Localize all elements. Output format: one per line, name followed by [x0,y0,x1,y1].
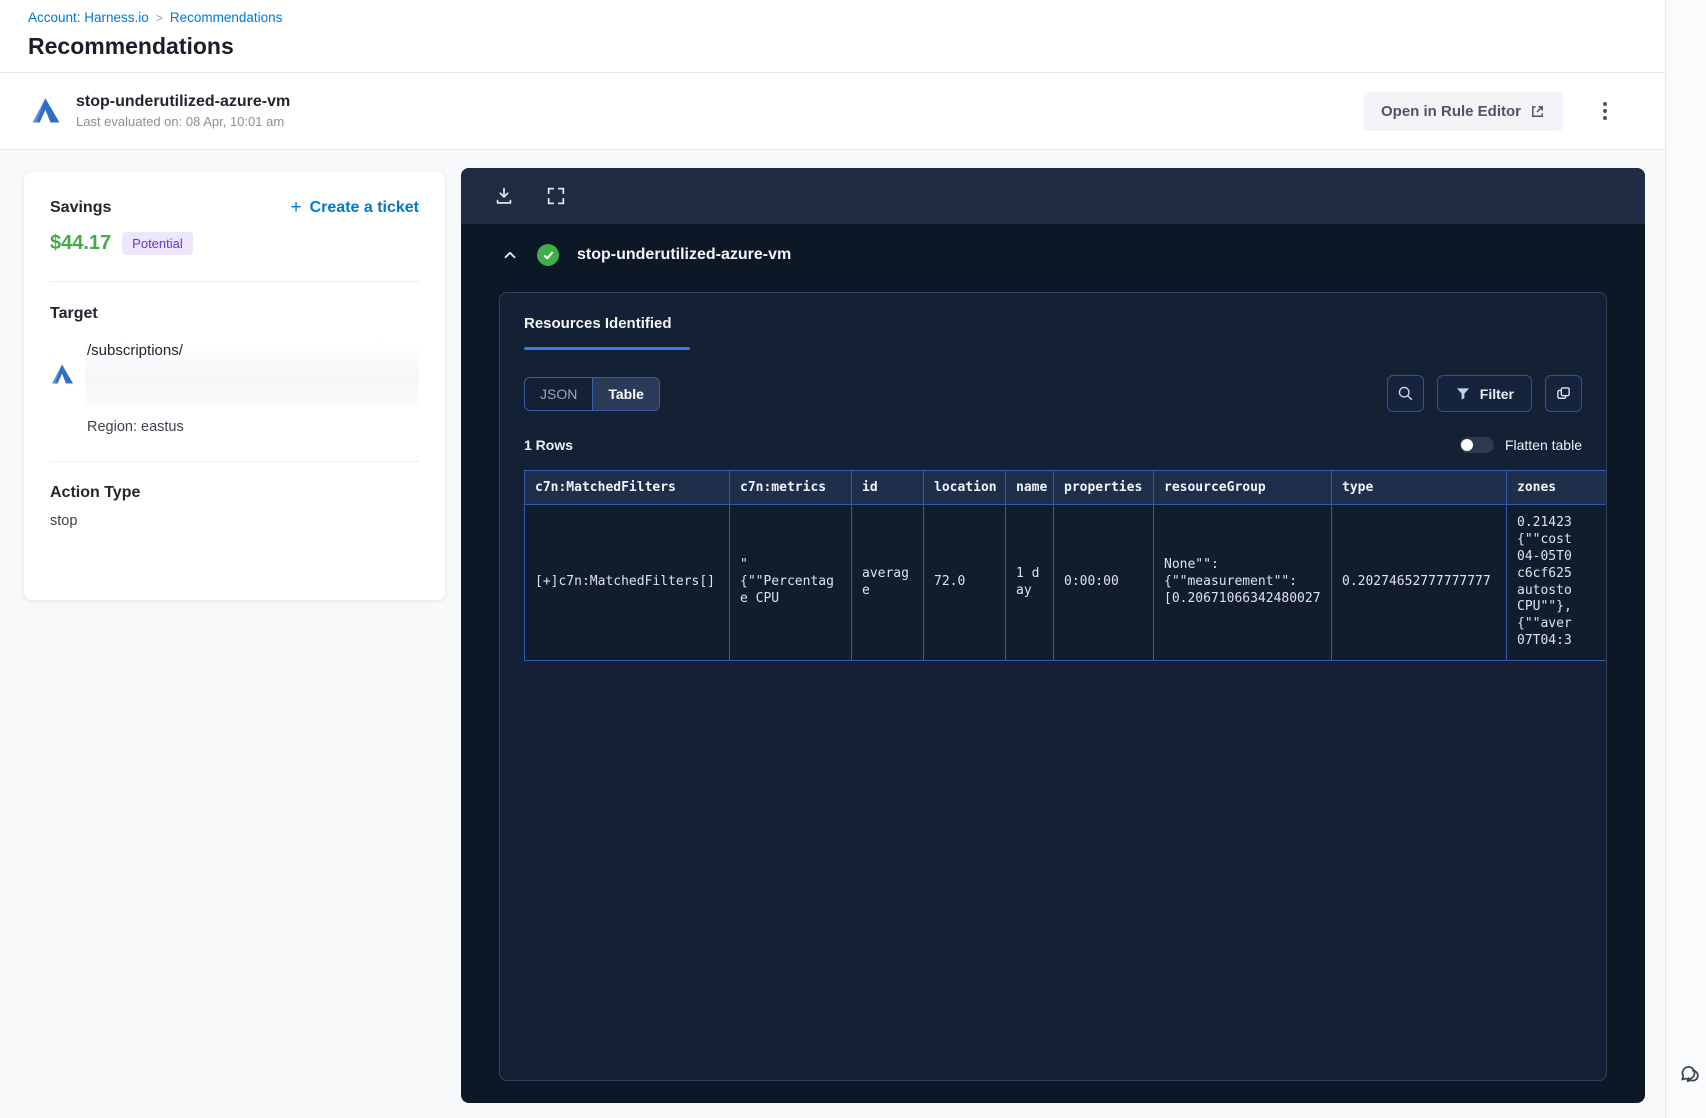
column-header-properties: properties [1053,470,1154,505]
cell-id: average [851,503,924,662]
breadcrumb-account-link[interactable]: Account: Harness.io [28,10,149,25]
open-in-rule-editor-button[interactable]: Open in Rule Editor [1362,91,1563,131]
more-options-menu-button[interactable] [1597,96,1613,126]
open-in-rule-editor-label: Open in Rule Editor [1380,102,1521,120]
column-header-resourcegroup: resourceGroup [1153,470,1332,505]
copy-icon [1557,387,1570,399]
action-type-value: stop [50,513,78,529]
breadcrumb: Account: Harness.io > Recommendations [28,10,282,25]
column-header-c7n-metrics: c7n:metrics [729,470,852,505]
divider [50,281,419,282]
resources-identified-panel: Resources Identified JSON Table Filter 1… [499,292,1607,1081]
collapse-chevron-icon[interactable] [501,246,519,264]
last-evaluated-text: Last evaluated on: 08 Apr, 10:01 am [76,114,285,129]
action-type-label: Action Type [50,484,141,501]
target-path-redacted-area: /subscriptions/ [85,341,419,407]
recommendation-name: stop-underutilized-azure-vm [76,93,291,110]
create-ticket-label: Create a ticket [309,198,419,216]
view-mode-table[interactable]: Table [593,377,659,410]
cell-matchedfilters-expand-link[interactable]: [+]c7n:MatchedFilters[] [524,503,730,662]
cell-properties: 0:00:00 [1053,503,1154,662]
filter-button[interactable]: Filter [1436,375,1532,412]
chat-bubbles-icon [1681,1066,1699,1083]
scroll-gutter [1665,0,1706,1118]
filter-funnel-icon [1456,387,1469,400]
savings-amount: $44.17 [50,232,112,254]
success-check-icon [537,244,559,266]
table-row: [+]c7n:MatchedFilters[] " {""Percentage … [524,503,1606,662]
cell-zones: 0.21423 {""cost 04-05T0 c6cf625 autosto … [1506,503,1606,662]
view-mode-json[interactable]: JSON [525,377,594,410]
breadcrumb-separator: > [155,10,163,25]
tab-label: Resources Identified [524,315,672,332]
filter-label: Filter [1479,385,1514,402]
plus-icon: + [290,197,302,218]
toggle-knob [1460,439,1473,451]
column-header-name: name [1005,470,1054,505]
column-header-type: type [1331,470,1507,505]
table-header-row: c7n:MatchedFilters c7n:metrics id locati… [524,470,1606,505]
column-header-location: location [923,470,1006,505]
tab-active-underline [524,347,690,350]
chat-launcher-button[interactable] [1676,1060,1706,1090]
resources-table: c7n:MatchedFilters c7n:metrics id locati… [524,470,1606,662]
copy-button[interactable] [1545,375,1582,412]
viewer-toolbar [461,168,1645,224]
summary-card: Savings + Create a ticket $44.17 Potenti… [24,172,445,600]
resources-table-container[interactable]: c7n:MatchedFilters c7n:metrics id locati… [524,470,1606,662]
flatten-table-toggle[interactable] [1459,437,1494,453]
target-region: Region: eastus [87,419,184,435]
search-icon [1398,386,1413,401]
azure-icon [32,98,60,123]
cell-resourcegroup: None"": {""measurement"": [0.20671066342… [1153,503,1332,662]
breadcrumb-recommendations-link[interactable]: Recommendations [170,10,283,25]
target-path: /subscriptions/ [87,342,183,359]
download-icon[interactable] [493,185,515,207]
fullscreen-icon[interactable] [545,185,567,207]
external-link-icon [1532,105,1543,117]
view-mode-segmented-control: JSON Table [524,376,660,411]
rows-count: 1 Rows [524,437,574,453]
flatten-table-label: Flatten table [1504,437,1582,453]
cell-location: 72.0 [923,503,1006,662]
cell-c7n-metrics: " {""Percentage CPU [729,503,852,662]
cell-type: 0.20274652777777777 [1331,503,1507,662]
savings-label: Savings [50,198,112,216]
cell-name: 1 day [1005,503,1054,662]
top-bar: Account: Harness.io > Recommendations Re… [0,0,1706,72]
potential-badge: Potential [122,232,193,255]
tab-resources-identified[interactable]: Resources Identified [524,315,690,350]
column-header-zones: zones [1506,470,1606,505]
resources-viewer-panel: stop-underutilized-azure-vm Resources Id… [461,168,1645,1103]
search-button[interactable] [1386,375,1424,412]
column-header-c7n-matchedfilters: c7n:MatchedFilters [524,470,730,505]
column-header-id: id [851,470,924,505]
divider [50,461,419,462]
recommendation-header: stop-underutilized-azure-vm Last evaluat… [0,72,1665,150]
page-title: Recommendations [28,33,234,59]
viewer-recommendation-title: stop-underutilized-azure-vm [577,246,792,263]
azure-icon [52,364,73,383]
create-ticket-button[interactable]: + Create a ticket [291,198,420,217]
target-label: Target [50,305,98,322]
